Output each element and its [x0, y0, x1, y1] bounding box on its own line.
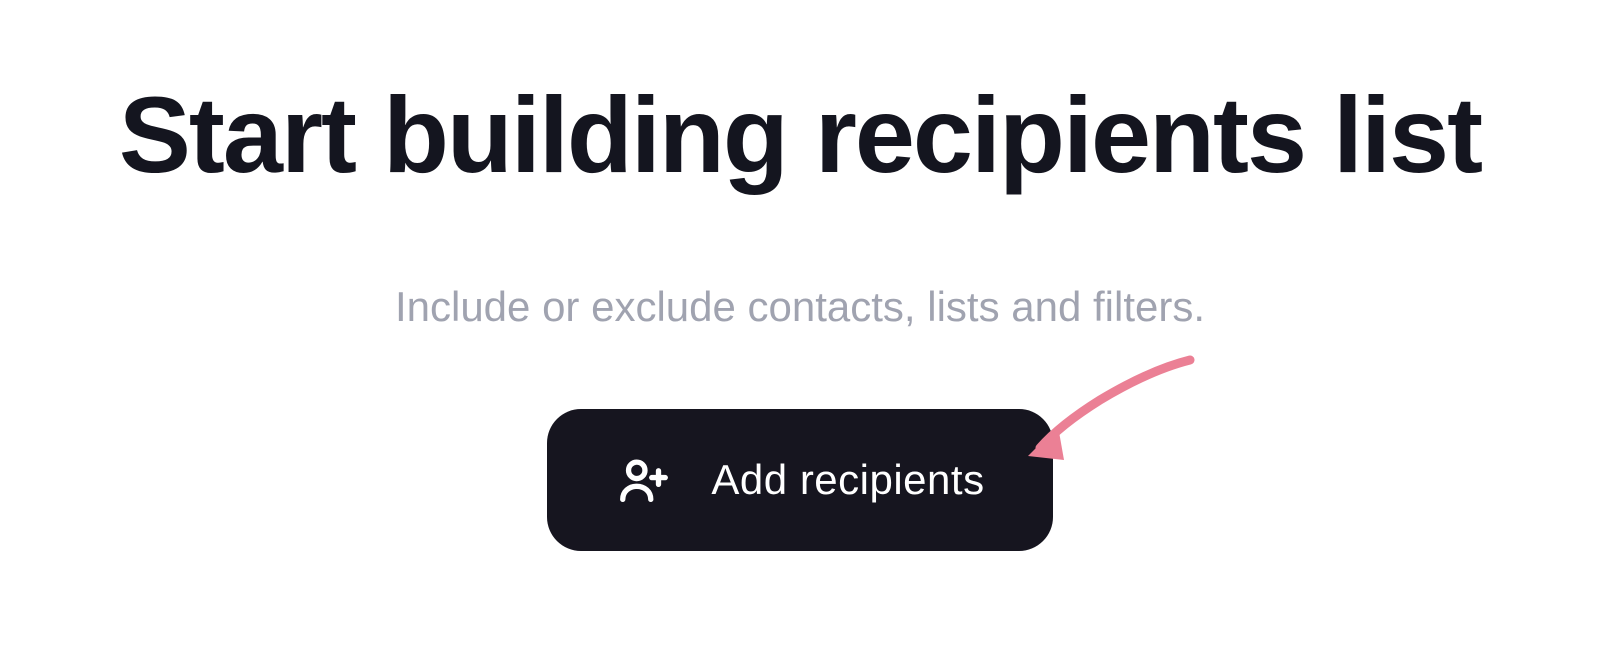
add-recipients-label: Add recipients: [711, 456, 984, 504]
page-title: Start building recipients list: [119, 72, 1481, 197]
add-recipients-button[interactable]: Add recipients: [547, 409, 1052, 551]
page-subtitle: Include or exclude contacts, lists and f…: [395, 283, 1205, 331]
user-plus-icon: [615, 451, 673, 509]
